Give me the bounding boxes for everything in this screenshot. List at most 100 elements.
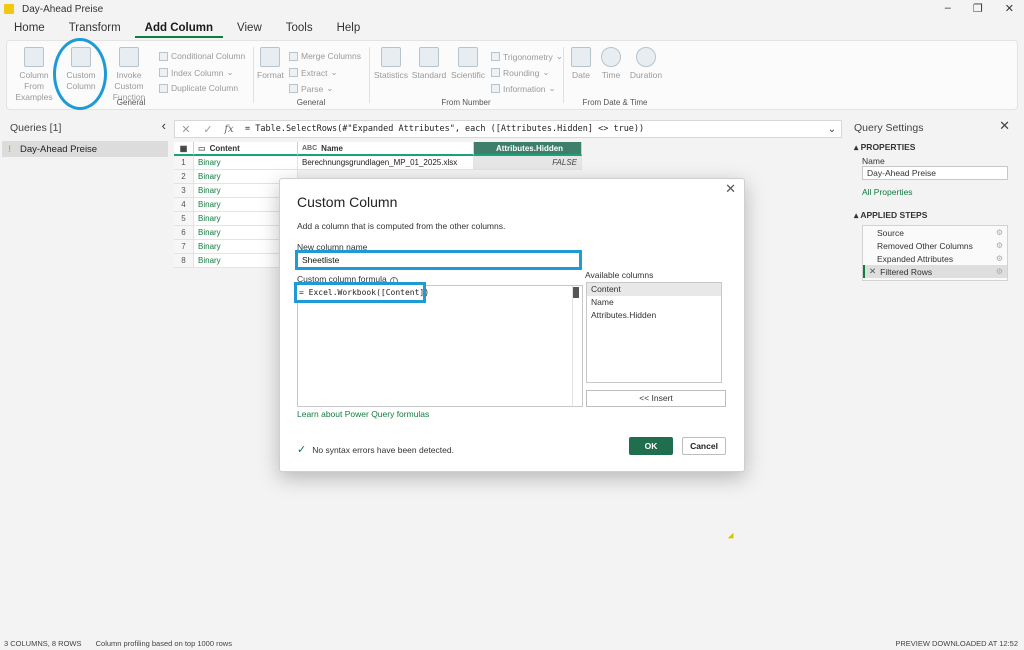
time-button[interactable]: Time bbox=[597, 47, 625, 81]
restore-icon[interactable]: ❐ bbox=[973, 2, 983, 15]
calculator-icon bbox=[419, 47, 439, 67]
column-header-content[interactable]: ▭ Content bbox=[194, 142, 298, 156]
formula-editor[interactable] bbox=[297, 285, 583, 407]
tab-help[interactable]: Help bbox=[327, 18, 371, 38]
column-from-examples-button[interactable]: Column From Examples bbox=[11, 47, 57, 103]
index-column-button[interactable]: Index Column ⌄ bbox=[159, 67, 234, 78]
chevron-down-icon: ⌄ bbox=[548, 83, 556, 93]
cell-name[interactable]: Berechnungsgrundlagen_MP_01_2025.xlsx bbox=[298, 156, 474, 170]
tab-transform[interactable]: Transform bbox=[59, 18, 131, 38]
gear-icon[interactable]: ⚙ bbox=[996, 241, 1003, 250]
properties-header[interactable]: ▴ PROPERTIES bbox=[854, 142, 915, 153]
statistics-button[interactable]: Statistics bbox=[373, 47, 409, 81]
standard-button[interactable]: Standard bbox=[411, 47, 447, 81]
formula-bar: ✕ ✓ fx = Table.SelectRows(#"Expanded Att… bbox=[174, 120, 842, 138]
new-column-name-input[interactable]: Sheetliste bbox=[295, 250, 582, 270]
minimize-icon[interactable]: – bbox=[945, 2, 951, 15]
queries-header: Queries [1] bbox=[10, 122, 62, 134]
information-button[interactable]: Information ⌄ bbox=[491, 83, 556, 94]
queries-pane: Queries [1] ‹ ! Day-Ahead Preise bbox=[0, 114, 172, 636]
parse-button[interactable]: Parse ⌄ bbox=[289, 83, 333, 94]
delete-step-icon[interactable]: ✕ bbox=[869, 266, 876, 277]
chevron-down-icon: ⌄ bbox=[226, 67, 234, 77]
name-label: Name bbox=[862, 156, 885, 166]
column-header-attributes-hidden[interactable]: Attributes.Hidden bbox=[474, 142, 582, 156]
extract-button[interactable]: Extract ⌄ bbox=[289, 67, 338, 78]
cancel-button[interactable]: Cancel bbox=[682, 437, 726, 455]
step-item-selected[interactable]: ✕ Filtered Rows ⚙ bbox=[863, 265, 1007, 278]
query-settings-pane: Query Settings ✕ ▴ PROPERTIES Name Day-A… bbox=[848, 114, 1018, 636]
chevron-down-icon[interactable]: ⌄ bbox=[823, 124, 841, 135]
gear-icon[interactable]: ⚙ bbox=[996, 254, 1003, 263]
date-button[interactable]: Date bbox=[567, 47, 595, 81]
sigma-icon bbox=[381, 47, 401, 67]
formula-code[interactable]: = Excel.Workbook([Content]) bbox=[294, 282, 429, 303]
step-item[interactable]: Removed Other Columns ⚙ bbox=[863, 239, 1007, 252]
warning-icon: ! bbox=[8, 143, 12, 155]
close-icon[interactable]: ✕ bbox=[1005, 2, 1014, 15]
formula-scrollbar[interactable] bbox=[572, 286, 582, 406]
scientific-button[interactable]: Scientific bbox=[449, 47, 487, 81]
conditional-column-button[interactable]: Conditional Column bbox=[159, 51, 245, 61]
query-item[interactable]: ! Day-Ahead Preise bbox=[2, 141, 168, 157]
list-item[interactable]: Attributes.Hidden bbox=[587, 309, 721, 322]
gear-icon[interactable]: ⚙ bbox=[996, 228, 1003, 237]
row-number: 4 bbox=[174, 198, 194, 212]
column-header-name[interactable]: ABC Name bbox=[298, 142, 474, 156]
gear-icon[interactable]: ⚙ bbox=[996, 267, 1003, 276]
tab-home[interactable]: Home bbox=[4, 18, 55, 38]
stopwatch-icon bbox=[636, 47, 656, 67]
available-columns-list: Content Name Attributes.Hidden bbox=[586, 282, 722, 383]
query-name-input[interactable]: Day-Ahead Preise bbox=[862, 166, 1008, 180]
ribbon-group-label: General bbox=[296, 98, 326, 107]
learn-formulas-link[interactable]: Learn about Power Query formulas bbox=[297, 409, 429, 419]
tab-tools[interactable]: Tools bbox=[276, 18, 323, 38]
tab-view[interactable]: View bbox=[227, 18, 272, 38]
close-icon[interactable]: ✕ bbox=[725, 181, 736, 197]
cell-content[interactable]: Binary bbox=[194, 156, 298, 170]
table-row[interactable]: 1 Binary Berechnungsgrundlagen_MP_01_202… bbox=[174, 156, 584, 170]
clock-icon bbox=[601, 47, 621, 67]
function-icon bbox=[119, 47, 139, 67]
formula-text[interactable]: = Table.SelectRows(#"Expanded Attributes… bbox=[245, 124, 823, 134]
duration-button[interactable]: Duration bbox=[627, 47, 665, 81]
status-profiling[interactable]: Column profiling based on top 1000 rows bbox=[96, 639, 232, 648]
grid-header: ▦ ▭ Content ABC Name Attributes.Hidden bbox=[174, 142, 584, 156]
chevron-down-icon: ⌄ bbox=[555, 51, 563, 61]
ok-button[interactable]: OK bbox=[629, 437, 673, 455]
duplicate-column-button[interactable]: Duplicate Column bbox=[159, 83, 238, 93]
window-controls: – ❐ ✕ bbox=[945, 2, 1014, 15]
format-button[interactable]: Format bbox=[257, 47, 284, 81]
trigonometry-button[interactable]: Trigonometry ⌄ bbox=[491, 51, 563, 62]
ribbon-separator bbox=[369, 47, 370, 103]
exponent-icon bbox=[458, 47, 478, 67]
row-number: 7 bbox=[174, 240, 194, 254]
step-item[interactable]: Expanded Attributes ⚙ bbox=[863, 252, 1007, 265]
custom-column-dialog: ✕ Custom Column Add a column that is com… bbox=[279, 178, 745, 472]
step-item[interactable]: Source ⚙ bbox=[863, 226, 1007, 239]
applied-steps-header[interactable]: ▴ APPLIED STEPS bbox=[854, 210, 927, 221]
list-item[interactable]: Content bbox=[587, 283, 721, 296]
commit-formula-icon[interactable]: ✓ bbox=[197, 123, 219, 136]
invoke-custom-function-button[interactable]: Invoke Custom Function bbox=[101, 47, 157, 103]
status-counts: 3 COLUMNS, 8 ROWS bbox=[4, 638, 82, 648]
tab-add-column[interactable]: Add Column bbox=[134, 18, 224, 38]
cell-hidden[interactable]: FALSE bbox=[474, 156, 582, 170]
close-icon[interactable]: ✕ bbox=[999, 118, 1010, 134]
chevron-left-icon[interactable]: ‹ bbox=[162, 118, 166, 133]
merge-columns-button[interactable]: Merge Columns bbox=[289, 51, 361, 61]
all-properties-link[interactable]: All Properties bbox=[862, 187, 913, 197]
ribbon: Column From Examples Custom Column Invok… bbox=[6, 40, 1018, 110]
table-menu-icon[interactable]: ▦ bbox=[174, 142, 194, 156]
insert-button[interactable]: << Insert bbox=[586, 390, 726, 407]
ribbon-group-label: From Date & Time bbox=[582, 98, 648, 107]
custom-column-highlight bbox=[53, 38, 107, 110]
menu-bar: Home Transform Add Column View Tools Hel… bbox=[0, 18, 1024, 38]
list-item[interactable]: Name bbox=[587, 296, 721, 309]
parse-icon bbox=[289, 84, 298, 93]
rounding-button[interactable]: Rounding ⌄ bbox=[491, 67, 550, 78]
table-icon bbox=[24, 47, 44, 67]
cancel-formula-icon[interactable]: ✕ bbox=[175, 123, 197, 136]
scrollbar-thumb[interactable] bbox=[573, 287, 579, 298]
fx-icon[interactable]: fx bbox=[219, 124, 239, 135]
